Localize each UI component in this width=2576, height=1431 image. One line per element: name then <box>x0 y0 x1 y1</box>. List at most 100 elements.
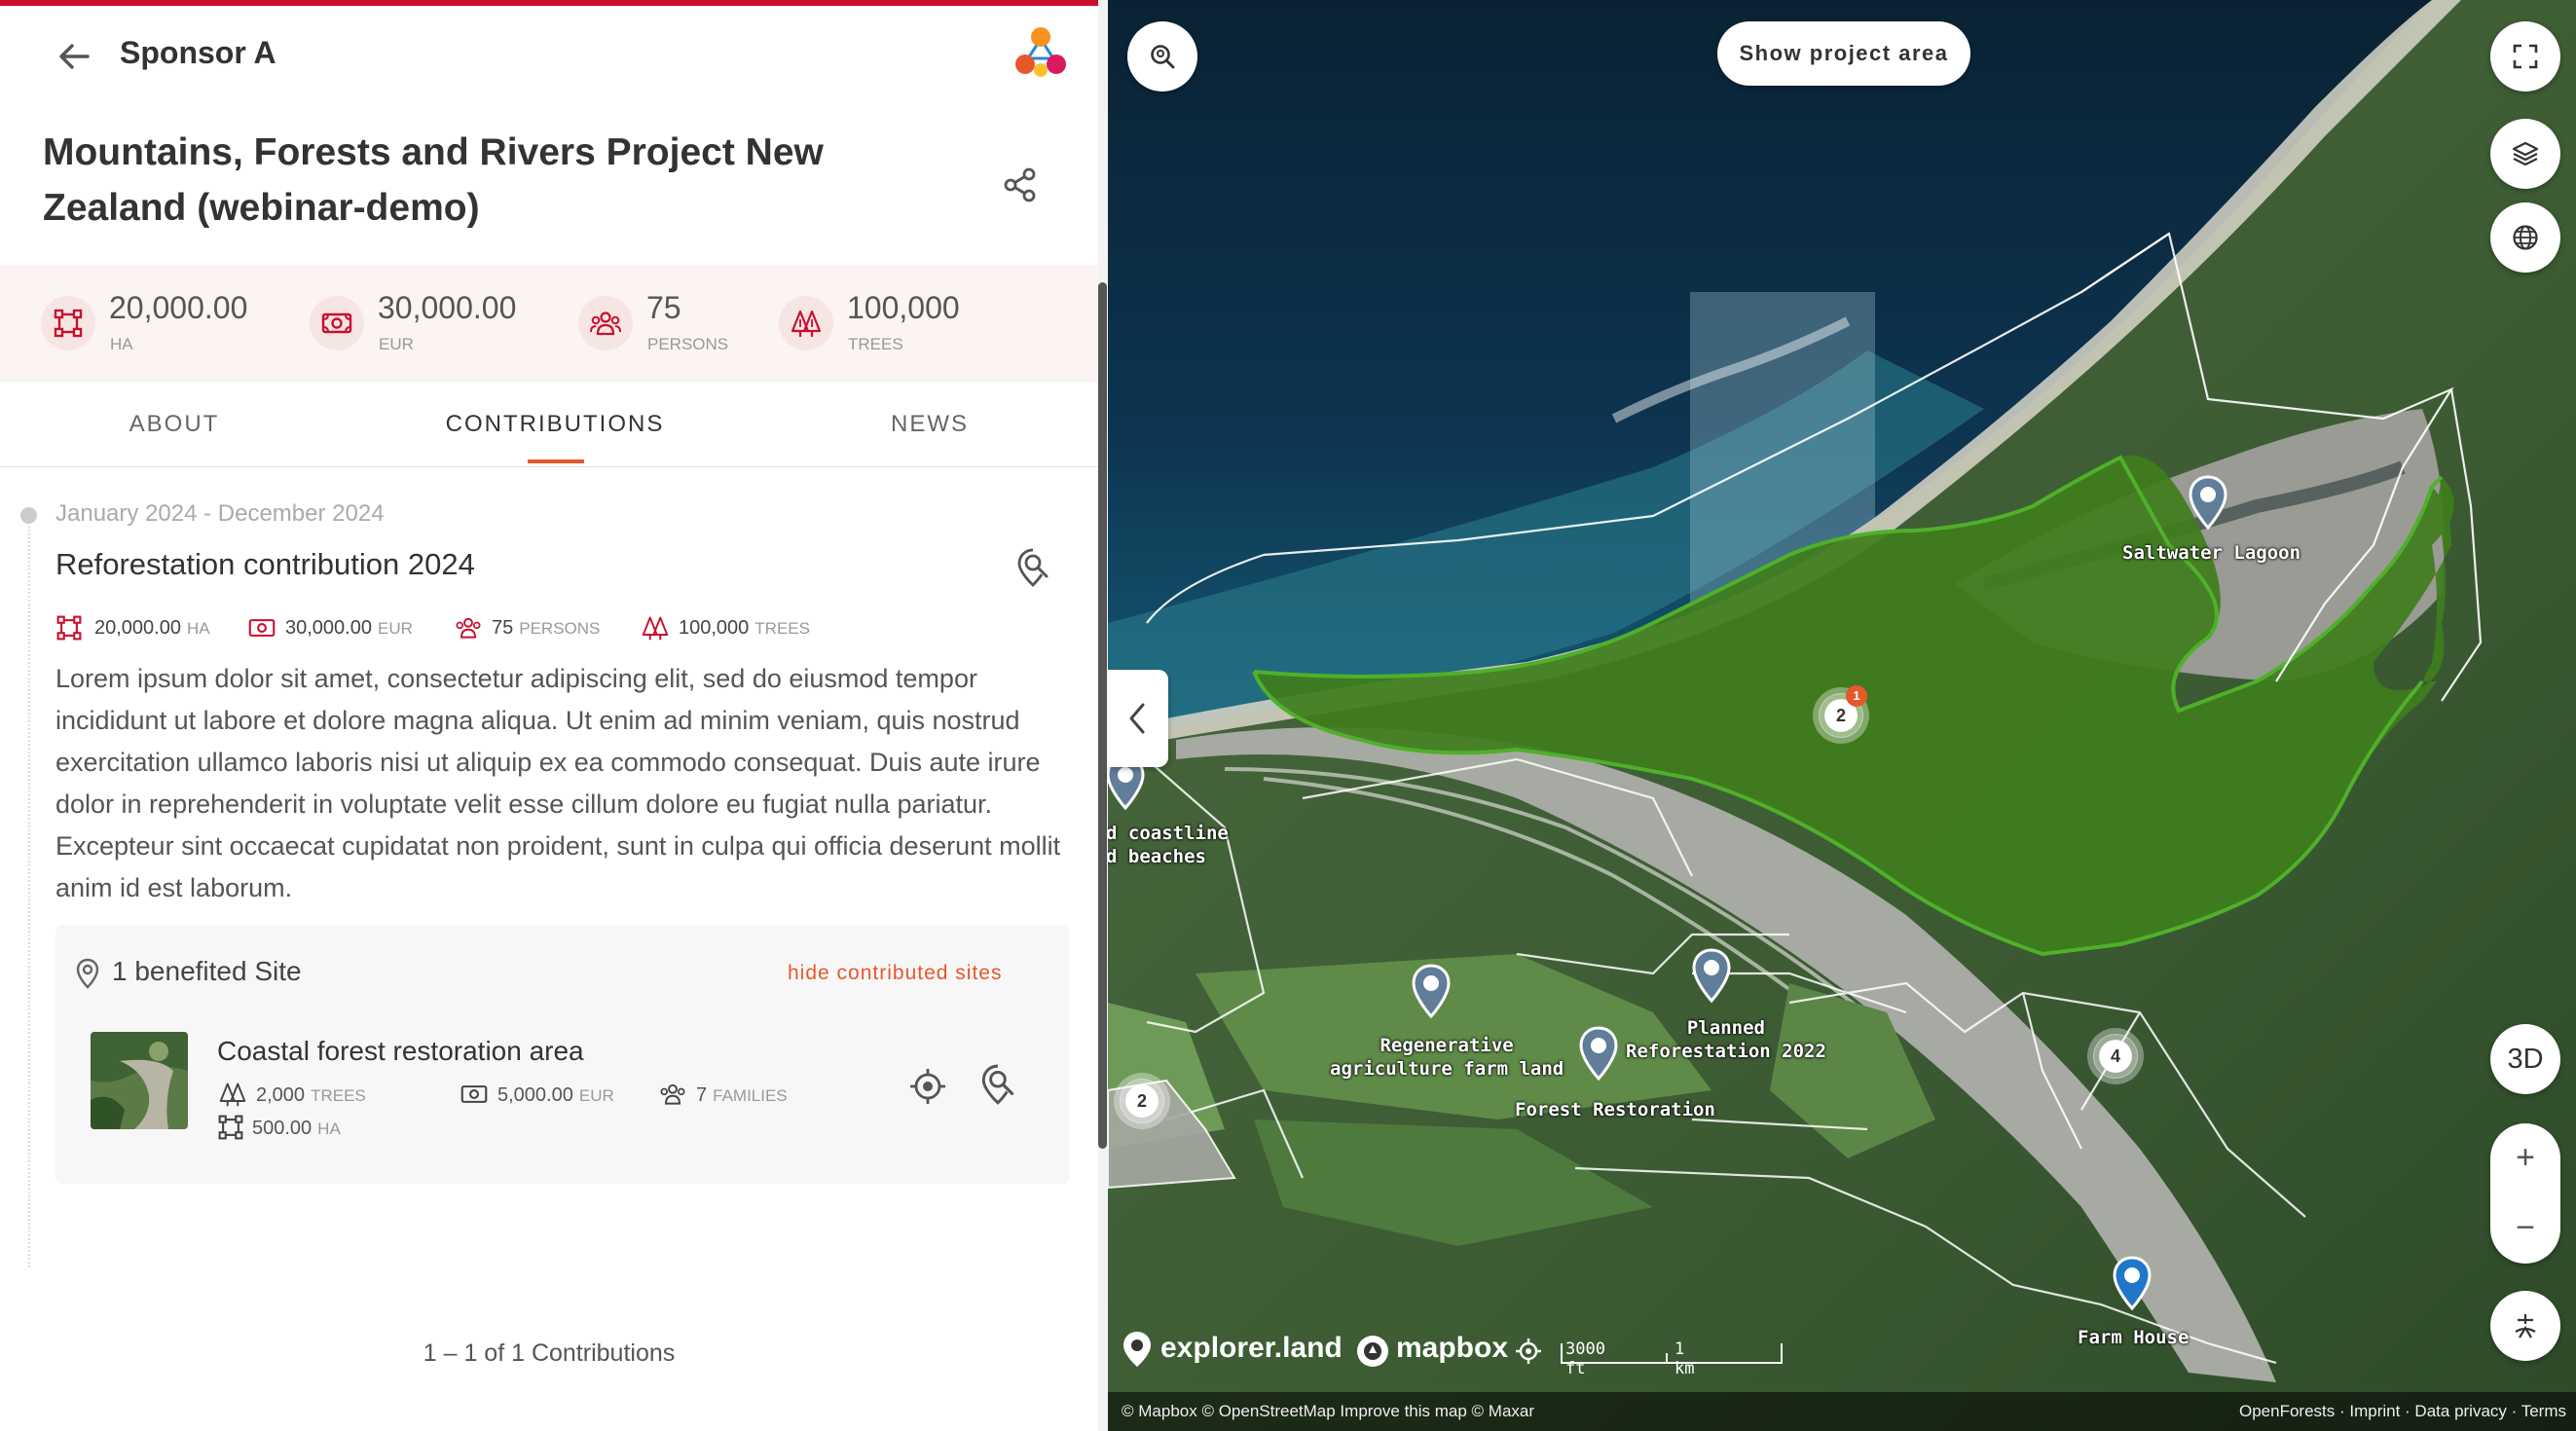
site-thumbnail[interactable] <box>91 1032 188 1129</box>
site-pin-icon[interactable] <box>2111 1256 2153 1312</box>
stat-unit: TREES <box>754 619 810 638</box>
share-icon <box>1004 167 1036 202</box>
hide-contributed-sites-button[interactable]: hide contributed sites <box>788 962 1002 985</box>
stat-value: 500.00 <box>252 1118 313 1139</box>
stat-unit: EUR <box>578 1086 614 1105</box>
globe-icon <box>2513 225 2538 250</box>
benefited-site-count: 1 benefited Site <box>112 956 302 986</box>
stat-unit: EUR <box>377 619 413 638</box>
area-icon <box>218 1115 243 1140</box>
benefited-sites-card: 1 benefited Site hide contributed sites … <box>55 925 1070 1184</box>
footer-links[interactable]: OpenForests · Imprint · Data privacy · T… <box>2239 1392 2566 1431</box>
project-title: Mountains, Forests and Rivers Project Ne… <box>43 131 824 229</box>
map-cluster-west[interactable]: 2 <box>1120 1079 1164 1123</box>
trees-icon <box>642 616 669 641</box>
site-zoom-button[interactable] <box>978 1063 1019 1106</box>
layers-button[interactable] <box>2490 119 2560 189</box>
map-cluster-badge: 1 <box>1846 685 1867 707</box>
compass-icon <box>2515 1314 2536 1339</box>
explorer-pin-icon <box>1123 1332 1151 1367</box>
contribution-zoom-button[interactable] <box>1014 547 1053 588</box>
map-view[interactable]: Saltwater Lagoon d coastline d beaches R… <box>1108 0 2576 1431</box>
zoom-out-button[interactable]: − <box>2490 1193 2560 1264</box>
map-label-planned-reforestation[interactable]: Planned Reforestation 2022 <box>1626 1016 1826 1063</box>
panel-scrollbar[interactable] <box>1098 282 1107 1149</box>
map-zoom-to-project-button[interactable] <box>1127 21 1197 92</box>
contribution-title: Reforestation contribution 2024 <box>55 547 475 581</box>
share-button[interactable] <box>1001 165 1040 204</box>
stat-value: 75 <box>646 290 681 325</box>
compass-button[interactable] <box>2490 1291 2560 1361</box>
map-label-forest-restoration[interactable]: Forest Restoration <box>1515 1098 1715 1121</box>
stat-value: 20,000.00 <box>109 290 248 325</box>
location-pin-icon <box>75 958 100 994</box>
stat-value: 2,000 <box>256 1084 306 1106</box>
zoom-to-map-icon <box>981 1064 1014 1105</box>
sponsor-logo <box>1009 25 1073 86</box>
map-label-regenerative-farm[interactable]: Regenerative agriculture farm land <box>1330 1034 1564 1081</box>
stat-unit: HA <box>110 335 133 353</box>
toggle-3d-button[interactable]: 3D <box>2490 1024 2560 1094</box>
zoom-to-map-icon <box>1151 45 1175 69</box>
stat-value: 7 <box>696 1084 708 1106</box>
arrow-left-icon <box>59 44 90 69</box>
tab-contributions[interactable]: CONTRIBUTIONS <box>428 384 681 467</box>
active-tab-indicator <box>528 459 584 463</box>
map-attribution[interactable]: © Mapbox © OpenStreetMap Improve this ma… <box>1122 1392 1534 1431</box>
mapbox-text: mapbox <box>1396 1332 1509 1364</box>
timeline-dot <box>20 507 37 524</box>
stat-unit: PERSONS <box>519 619 601 638</box>
site-name[interactable]: Coastal forest restoration area <box>217 1036 584 1067</box>
stat-unit: HA <box>186 619 210 638</box>
money-icon <box>248 619 276 637</box>
stat-unit: PERSONS <box>647 335 729 353</box>
money-icon <box>310 296 364 350</box>
map-label-farm-house[interactable]: Farm House <box>2078 1326 2189 1349</box>
show-project-area-button[interactable]: Show project area <box>1717 21 1970 86</box>
project-panel: Sponsor A Mountains, Forests and Rivers … <box>0 0 1098 1431</box>
scale-km: 1 km <box>1674 1339 1695 1378</box>
stat-value: 30,000.00 <box>285 617 372 639</box>
stat-unit: HA <box>317 1119 341 1138</box>
fullscreen-icon <box>2513 44 2538 69</box>
persons-icon <box>660 1083 685 1105</box>
back-button[interactable] <box>53 37 95 76</box>
crosshair-icon <box>910 1069 945 1104</box>
map-label-coastline[interactable]: d coastline d beaches <box>1108 822 1229 868</box>
layers-icon <box>2512 141 2539 166</box>
map-attribution-bar: © Mapbox © OpenStreetMap Improve this ma… <box>1108 1392 2576 1431</box>
map-label-saltwater-lagoon[interactable]: Saltwater Lagoon <box>2122 541 2300 565</box>
zoom-in-button[interactable]: + <box>2490 1123 2560 1193</box>
brand-top-bar <box>0 0 1098 6</box>
contribution-description: Lorem ipsum dolor sit amet, consectetur … <box>55 664 1061 902</box>
stat-value: 30,000.00 <box>378 290 517 325</box>
stat-unit: FAMILIES <box>713 1086 788 1105</box>
sponsor-name: Sponsor A <box>120 35 276 70</box>
project-stats: 20,000.00 HA 30,000.00 EUR 75 PERSONS 10… <box>0 265 1098 382</box>
tab-news[interactable]: NEWS <box>857 384 1003 467</box>
stat-value: 100,000 <box>847 290 960 325</box>
zoom-controls: + − <box>2490 1123 2560 1264</box>
scale-ft: 3000 ft <box>1565 1339 1605 1378</box>
site-locate-button[interactable] <box>908 1067 947 1106</box>
timeline-line <box>28 518 30 1267</box>
contribution-period: January 2024 - December 2024 <box>55 500 385 527</box>
locate-me-icon[interactable] <box>1515 1338 1542 1365</box>
site-pin-icon[interactable] <box>2187 475 2229 532</box>
contributions-paginator: 1 – 1 of 1 Contributions <box>423 1339 676 1367</box>
stat-unit: TREES <box>311 1086 366 1105</box>
map-cluster-east[interactable]: 4 <box>2093 1034 2138 1079</box>
stat-unit: TREES <box>848 335 903 353</box>
mapbox-icon <box>1357 1336 1388 1367</box>
site-pin-icon[interactable] <box>1690 948 1733 1005</box>
stat-value: 20,000.00 <box>94 617 181 639</box>
tab-about[interactable]: ABOUT <box>92 384 257 467</box>
globe-button[interactable] <box>2490 202 2560 273</box>
area-icon <box>56 615 82 641</box>
stat-unit: EUR <box>379 335 414 353</box>
collapse-panel-button[interactable] <box>1108 670 1168 767</box>
site-pin-icon[interactable] <box>1577 1026 1620 1082</box>
site-pin-icon[interactable] <box>1410 964 1453 1020</box>
fullscreen-button[interactable] <box>2490 21 2560 92</box>
tab-bar: ABOUT CONTRIBUTIONS NEWS <box>0 384 1098 467</box>
